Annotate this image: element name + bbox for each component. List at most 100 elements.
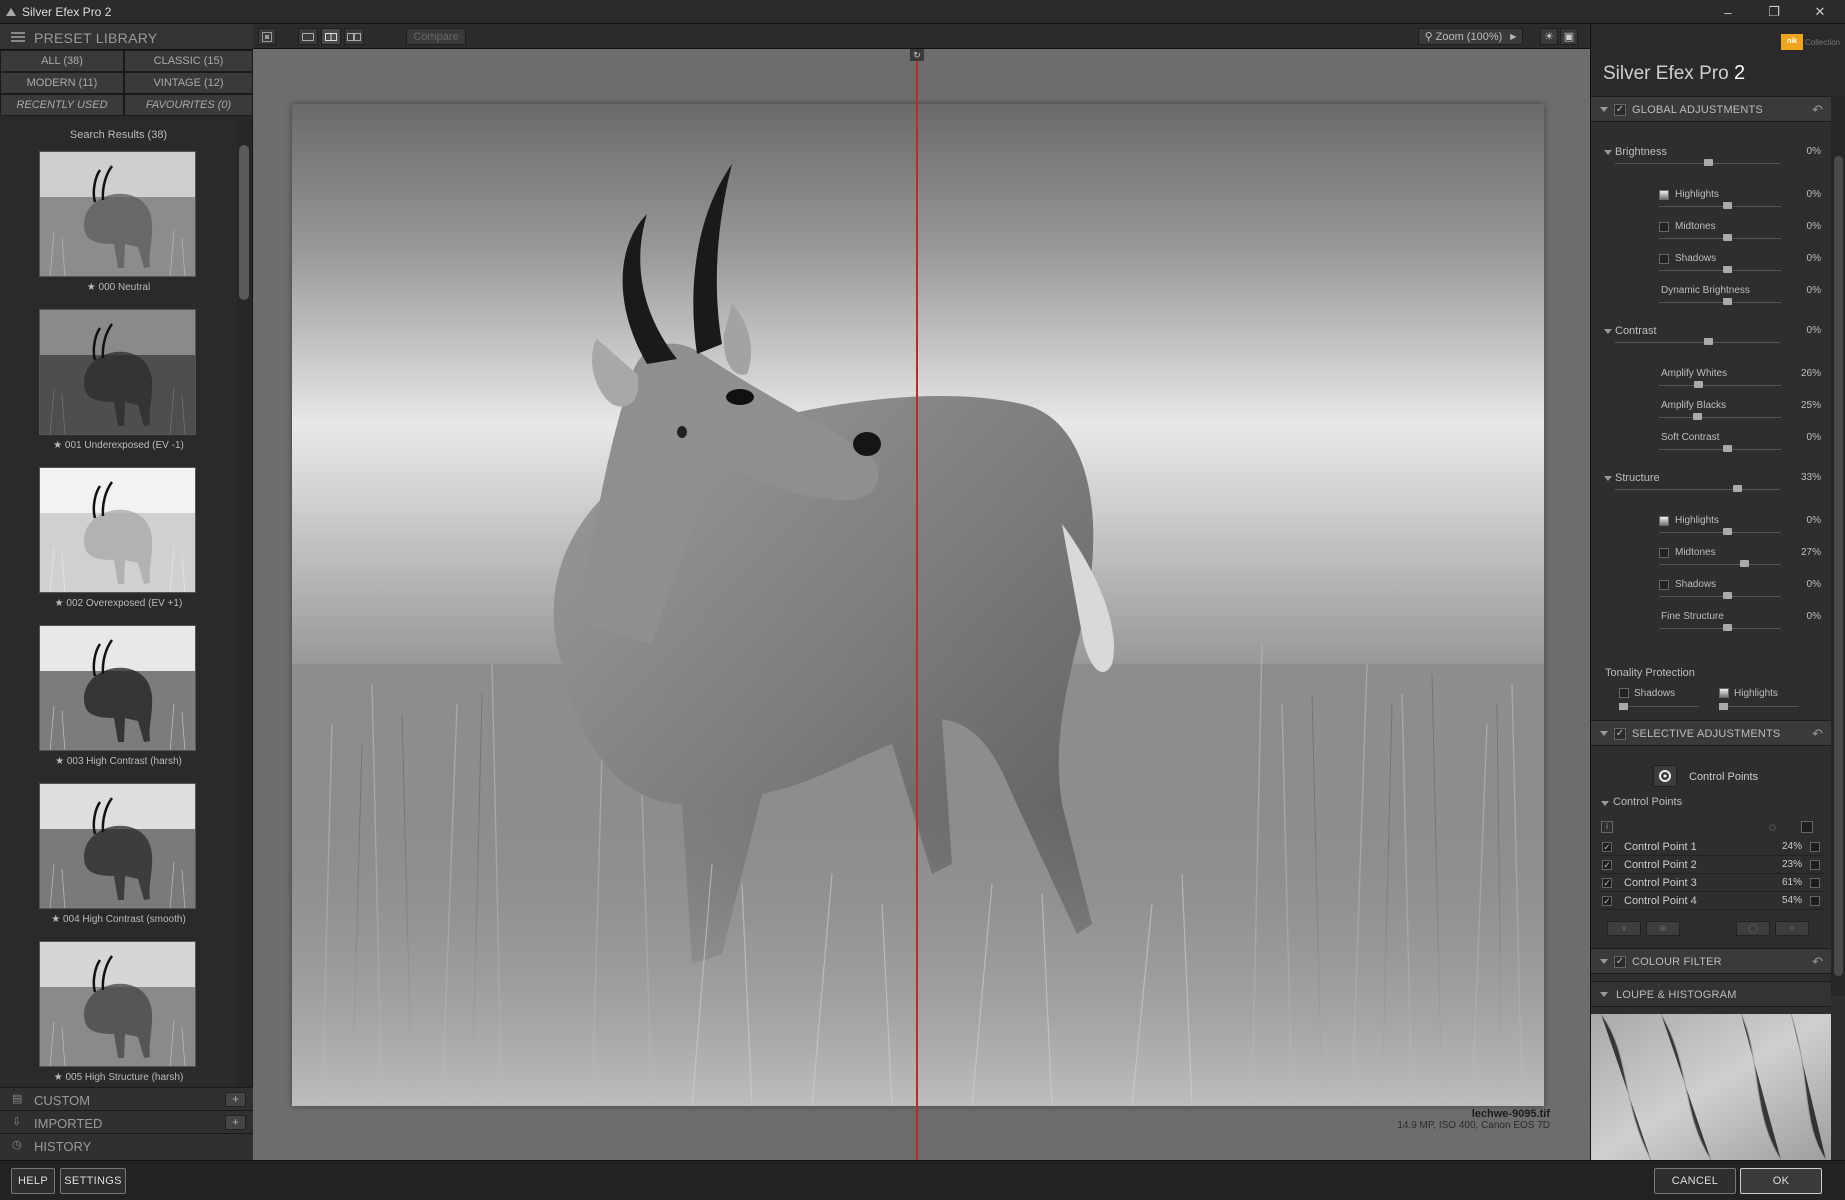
selective-adjustments-checkbox[interactable]: ✓ — [1614, 728, 1626, 740]
slider-track[interactable] — [1659, 564, 1781, 565]
collapse-arrow-icon[interactable] — [1600, 959, 1608, 964]
highlights-slider[interactable]: Highlights 0% — [1591, 185, 1831, 217]
split-swap-icon[interactable]: ↻ — [910, 49, 924, 61]
ungroup-points-icon[interactable]: ⊕ — [1646, 921, 1680, 936]
slider-knob[interactable] — [1740, 560, 1749, 567]
slider-track[interactable] — [1659, 302, 1781, 303]
control-point-mask-swatch[interactable] — [1810, 842, 1820, 852]
slider-track[interactable] — [1659, 417, 1781, 418]
control-point-row[interactable]: ✓ Control Point 4 54% — [1599, 893, 1824, 910]
delete-point-icon[interactable]: × — [1775, 921, 1809, 936]
control-point-checkbox[interactable]: ✓ — [1602, 878, 1612, 888]
compare-button[interactable]: Compare — [406, 28, 466, 45]
slider-track[interactable] — [1659, 596, 1781, 597]
control-point-row[interactable]: ✓ Control Point 3 61% — [1599, 875, 1824, 892]
group-points-icon[interactable]: ∨ — [1607, 921, 1641, 936]
show-hide-points-icon[interactable]: ◌ — [1769, 821, 1776, 833]
add-control-point-button[interactable] — [1653, 765, 1677, 787]
reset-icon[interactable]: ↶ — [1812, 102, 1823, 118]
control-point-row[interactable]: ✓ Control Point 1 24% — [1599, 839, 1824, 856]
slider-knob[interactable] — [1723, 592, 1732, 599]
slider-knob[interactable] — [1693, 413, 1702, 420]
control-point-checkbox[interactable]: ✓ — [1602, 896, 1612, 906]
tonality-highlights-slider[interactable] — [1719, 706, 1799, 707]
slider-track[interactable] — [1615, 163, 1780, 164]
preview-image[interactable] — [292, 104, 1544, 1106]
preset-thumbnail[interactable] — [39, 625, 196, 751]
tab-all[interactable]: ALL (38) — [0, 50, 124, 72]
control-point-mask-swatch[interactable] — [1810, 860, 1820, 870]
tab-favourites[interactable]: FAVOURITES (0) — [124, 94, 253, 116]
slider-knob[interactable] — [1704, 159, 1713, 166]
ok-button[interactable]: OK — [1740, 1168, 1822, 1194]
contrast-slider[interactable]: Contrast 0% — [1591, 321, 1831, 353]
zoom-control[interactable]: ⚲ Zoom (100%) ▶ — [1418, 28, 1523, 45]
amplify-blacks-slider[interactable]: Amplify Blacks 25% — [1591, 396, 1831, 428]
loupe-histogram-header[interactable]: LOUPE & HISTOGRAM — [1591, 981, 1831, 1007]
add-imported-button[interactable]: + — [225, 1115, 246, 1130]
section-history[interactable]: ◷ HISTORY — [0, 1133, 253, 1160]
slider-knob[interactable] — [1723, 234, 1732, 241]
single-view-icon[interactable] — [298, 28, 318, 45]
expand-arrow-icon[interactable] — [1604, 476, 1612, 481]
tonality-shadows-knob[interactable] — [1619, 703, 1628, 710]
slider-knob[interactable] — [1723, 624, 1732, 631]
slider-knob[interactable] — [1723, 528, 1732, 535]
global-adjustments-checkbox[interactable]: ✓ — [1614, 104, 1626, 116]
mask-toggle-icon[interactable] — [1801, 821, 1813, 833]
slider-track[interactable] — [1615, 489, 1780, 490]
slider-track[interactable] — [1659, 206, 1781, 207]
tab-vintage[interactable]: VINTAGE (12) — [124, 72, 253, 94]
expand-arrow-icon[interactable] — [1601, 801, 1609, 806]
preset-thumbnail[interactable] — [39, 309, 196, 435]
tonality-highlights-knob[interactable] — [1719, 703, 1728, 710]
slider-track[interactable] — [1659, 238, 1781, 239]
preset-thumbnail[interactable] — [39, 151, 196, 277]
slider-track[interactable] — [1659, 628, 1781, 629]
slider-knob[interactable] — [1723, 445, 1732, 452]
section-custom[interactable]: ▤ CUSTOM + — [0, 1087, 253, 1110]
selective-adjustments-header[interactable]: ✓ SELECTIVE ADJUSTMENTS ↶ — [1591, 720, 1831, 746]
structure-slider[interactable]: Structure 33% — [1591, 468, 1831, 500]
split-view-icon[interactable] — [321, 28, 341, 45]
control-point-mask-swatch[interactable] — [1810, 878, 1820, 888]
split-divider-line[interactable] — [916, 49, 918, 1160]
layout-toggle-icon[interactable]: ▣ — [1560, 28, 1578, 45]
structure-highlights-slider[interactable]: Highlights 0% — [1591, 511, 1831, 543]
slider-track[interactable] — [1659, 385, 1781, 386]
slider-knob[interactable] — [1704, 338, 1713, 345]
preset-library-header[interactable]: PRESET LIBRARY — [0, 24, 253, 50]
browse-presets-icon[interactable] — [258, 28, 276, 45]
add-custom-button[interactable]: + — [225, 1092, 246, 1107]
control-point-checkbox[interactable]: ✓ — [1602, 842, 1612, 852]
help-button[interactable]: HELP — [11, 1168, 55, 1194]
preset-thumbnail[interactable] — [39, 941, 196, 1067]
brightness-slider[interactable]: Brightness 0% — [1591, 142, 1831, 174]
fine-structure-slider[interactable]: Fine Structure 0% — [1591, 607, 1831, 639]
structure-midtones-slider[interactable]: Midtones 27% — [1591, 543, 1831, 575]
background-toggle-icon[interactable]: ☀ — [1540, 28, 1558, 45]
amplify-whites-slider[interactable]: Amplify Whites 26% — [1591, 364, 1831, 396]
adjustments-scrollbar[interactable] — [1831, 96, 1845, 996]
expand-arrow-icon[interactable] — [1604, 150, 1612, 155]
reset-icon[interactable]: ↶ — [1812, 954, 1823, 970]
reset-icon[interactable]: ↶ — [1812, 726, 1823, 742]
control-point-checkbox[interactable]: ✓ — [1602, 860, 1612, 870]
cancel-button[interactable]: CANCEL — [1654, 1168, 1736, 1194]
slider-knob[interactable] — [1723, 298, 1732, 305]
slider-track[interactable] — [1659, 270, 1781, 271]
restore-icon[interactable]: ❐ — [1751, 0, 1797, 24]
tonality-shadows-slider[interactable] — [1619, 706, 1699, 707]
slider-track[interactable] — [1659, 532, 1781, 533]
midtones-slider[interactable]: Midtones 0% — [1591, 217, 1831, 249]
settings-button[interactable]: SETTINGS — [60, 1168, 126, 1194]
structure-shadows-slider[interactable]: Shadows 0% — [1591, 575, 1831, 607]
tab-recently-used[interactable]: RECENTLY USED — [0, 94, 124, 116]
colour-filter-header[interactable]: ✓ COLOUR FILTER ↶ — [1591, 948, 1831, 974]
soft-contrast-slider[interactable]: Soft Contrast 0% — [1591, 428, 1831, 460]
preset-thumbnail[interactable] — [39, 783, 196, 909]
dynamic-brightness-slider[interactable]: Dynamic Brightness 0% — [1591, 281, 1831, 313]
preset-scrollbar[interactable] — [237, 121, 251, 1111]
slider-track[interactable] — [1615, 342, 1780, 343]
scrollbar-thumb[interactable] — [239, 145, 249, 300]
